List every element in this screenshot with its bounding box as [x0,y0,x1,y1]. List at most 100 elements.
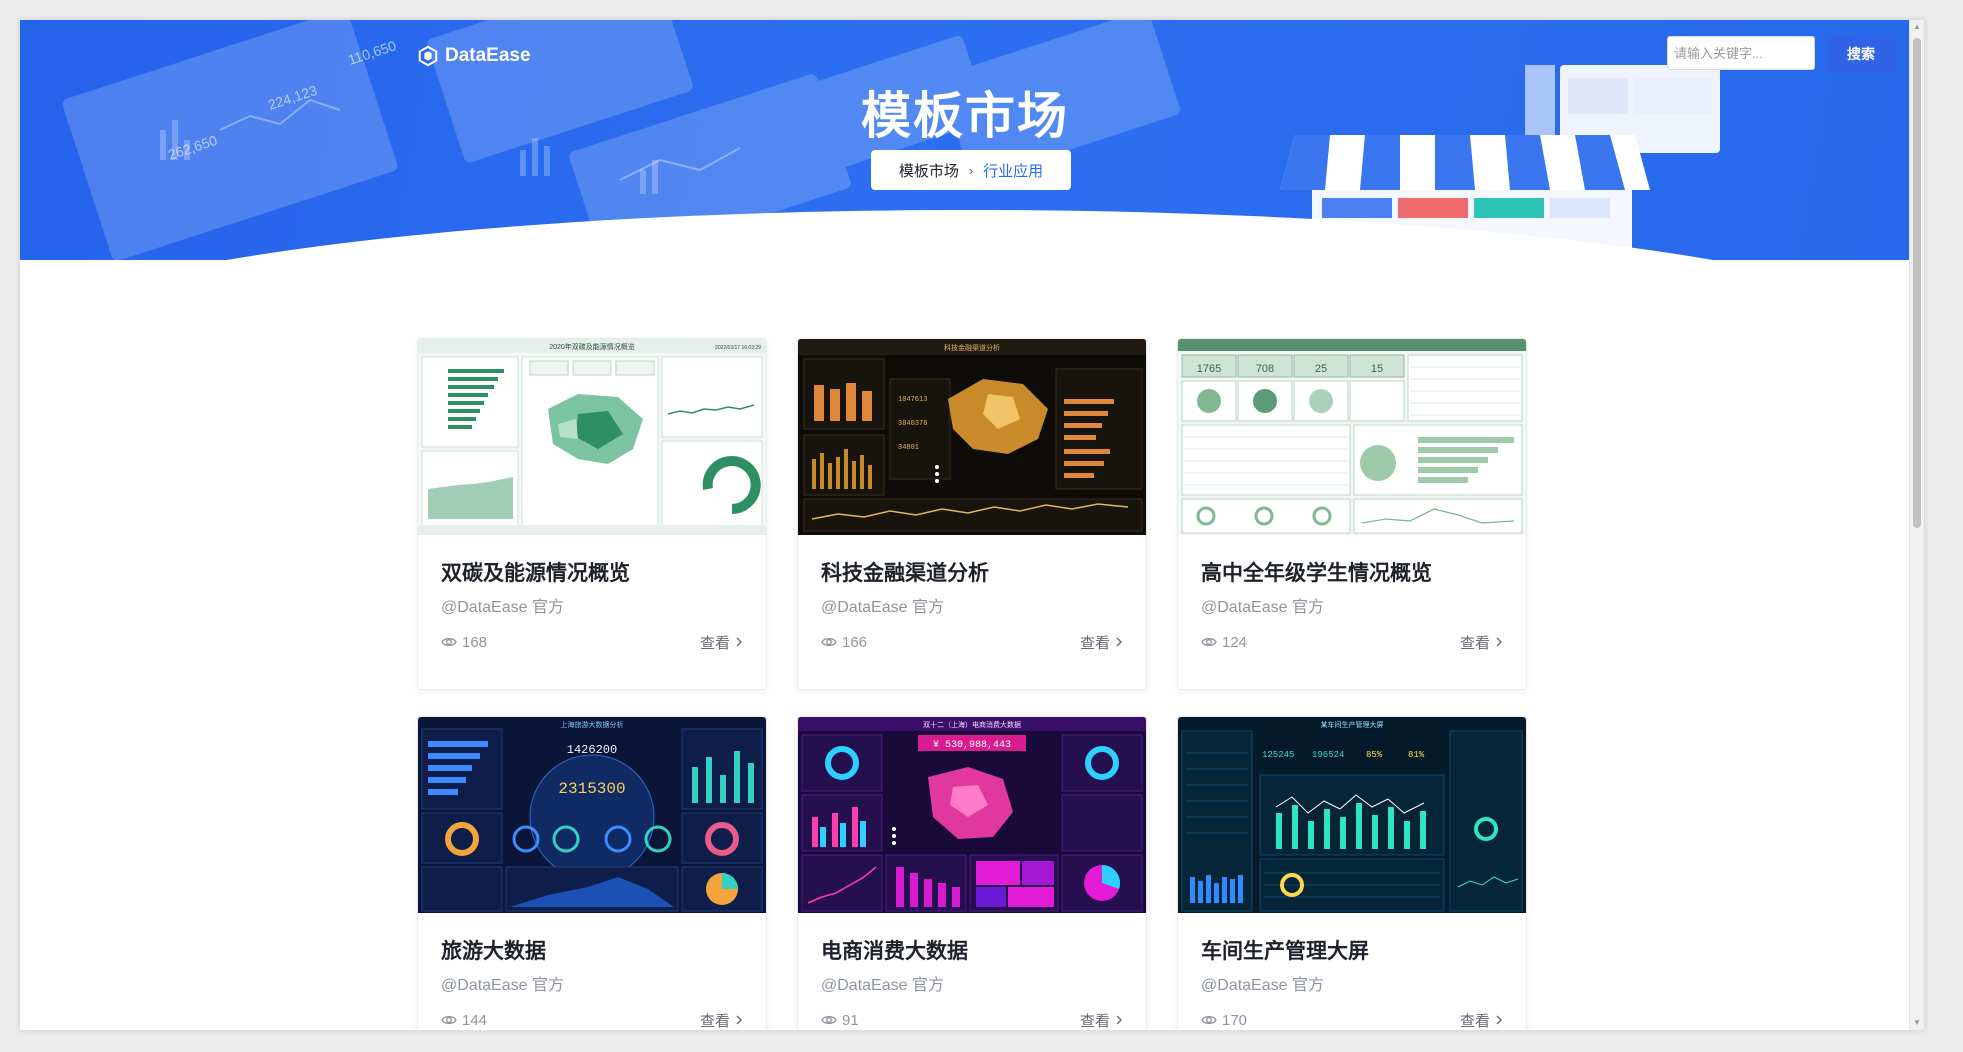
thumb6-kpi-1: 125245 [1262,750,1294,760]
template-thumbnail[interactable]: 上海旅游大数据分析 1426200 2315300 [418,717,766,913]
template-card[interactable]: 1765 708 25 15 高中全年级学生情况概览 @DataEase 官方 … [1177,338,1527,690]
chevron-right-icon [1116,1015,1122,1025]
thumb1-header: 2020年双碳及能源情况概览 [549,342,635,351]
card-footer: 166 查看 [821,631,1123,653]
view-count: 144 [441,1012,487,1029]
view-template-link[interactable]: 查看 [1080,1010,1123,1031]
view-count-value: 144 [462,1011,488,1029]
svg-text:3840376: 3840376 [898,420,927,428]
view-link-label[interactable]: 查看 [1460,1010,1490,1031]
view-template-link[interactable]: 查看 [1460,632,1503,653]
card-footer: 124 查看 [1201,631,1503,653]
template-thumbnail[interactable]: 1765 708 25 15 [1178,339,1526,535]
view-count: 166 [821,634,867,651]
card-footer: 168 查看 [441,631,743,653]
template-thumbnail[interactable]: 科技金融渠道分析 1047613 3840376 34801 [798,339,1146,535]
card-title[interactable]: 双碳及能源情况概览 [441,557,630,587]
page-title: 模板市场 [861,88,1069,144]
view-count: 168 [441,634,487,651]
browser-viewport: 262,650 224,123 110,650 DataEase 模板市场 模板… [20,20,1924,1030]
dashboard-preview: 1765 708 25 15 [1178,339,1526,535]
thumb5-amount: ¥ 530,988,443 [933,740,1011,751]
view-count-value: 124 [1222,633,1248,651]
view-template-link[interactable]: 查看 [1080,632,1123,653]
card-author: @DataEase 官方 [821,977,944,994]
svg-text:34801: 34801 [898,444,919,452]
view-link-label[interactable]: 查看 [1080,632,1110,653]
card-footer: 144 查看 [441,1009,743,1030]
view-link-label[interactable]: 查看 [1460,632,1490,653]
eye-icon [441,637,457,647]
search-button[interactable]: 搜索 [1826,36,1896,72]
template-thumbnail[interactable]: 2020年双碳及能源情况概览 2022/03/17 16:03:29 [418,339,766,535]
eye-icon [1201,637,1217,647]
view-template-link[interactable]: 查看 [700,1010,743,1031]
breadcrumb-root[interactable]: 模板市场 [899,160,959,181]
thumb6-kpi-3: 85% [1366,750,1383,760]
card-author: @DataEase 官方 [1201,599,1324,616]
eye-icon [821,637,837,647]
view-link-label[interactable]: 查看 [700,632,730,653]
thumb3-kpi-2: 708 [1256,363,1274,375]
thumb1-date: 2022/03/17 16:03:29 [715,345,761,351]
hero-banner: 262,650 224,123 110,650 DataEase 模板市场 模板… [20,20,1910,260]
view-count-value: 168 [462,633,488,651]
dashboard-preview: 双十二（上海）电商消费大数据 ¥ 530,988,443 [798,717,1146,913]
template-thumbnail[interactable]: 双十二（上海）电商消费大数据 ¥ 530,988,443 [798,717,1146,913]
card-title[interactable]: 高中全年级学生情况概览 [1201,557,1432,587]
view-link-label[interactable]: 查看 [700,1010,730,1031]
search-input[interactable] [1667,36,1815,70]
dashboard-preview: 2020年双碳及能源情况概览 2022/03/17 16:03:29 [418,339,766,535]
view-count-value: 91 [842,1011,859,1029]
thumb4-big1: 1426200 [567,743,617,757]
card-footer: 170 查看 [1201,1009,1503,1030]
view-count-value: 170 [1222,1011,1248,1029]
vertical-scrollbar[interactable]: ▲ ▼ [1909,20,1924,1030]
thumb2-header: 科技金融渠道分析 [944,343,1000,352]
thumb4-header: 上海旅游大数据分析 [561,720,624,729]
scrollbar-thumb[interactable] [1913,38,1921,528]
scroll-down-icon[interactable]: ▼ [1910,1016,1924,1030]
brand-name: DataEase [445,45,531,66]
template-thumbnail[interactable]: 某车间生产管理大屏 125245 196524 85% 81% [1178,717,1526,913]
card-title[interactable]: 车间生产管理大屏 [1201,935,1369,965]
template-card[interactable]: 科技金融渠道分析 1047613 3840376 34801 科技金融渠道分析 … [797,338,1147,690]
scroll-up-icon[interactable]: ▲ [1910,20,1924,34]
template-card[interactable]: 某车间生产管理大屏 125245 196524 85% 81% 车间生产管理大屏… [1177,716,1527,1030]
card-footer: 91 查看 [821,1009,1123,1030]
card-title[interactable]: 科技金融渠道分析 [821,557,989,587]
template-card[interactable]: 2020年双碳及能源情况概览 2022/03/17 16:03:29 双碳及能源… [417,338,767,690]
template-card[interactable]: 双十二（上海）电商消费大数据 ¥ 530,988,443 电商消费大数据 @Da… [797,716,1147,1030]
view-template-link[interactable]: 查看 [700,632,743,653]
view-count: 124 [1201,634,1247,651]
thumb4-big2: 2315300 [558,780,625,798]
card-author: @DataEase 官方 [821,599,944,616]
view-link-label[interactable]: 查看 [1080,1010,1110,1031]
chevron-right-icon [1496,1015,1502,1025]
view-count: 170 [1201,1012,1247,1029]
card-author: @DataEase 官方 [441,599,564,616]
breadcrumb-current[interactable]: 行业应用 [983,160,1043,181]
brand-logo[interactable]: DataEase [417,45,531,67]
view-count-value: 166 [842,633,868,651]
card-author: @DataEase 官方 [441,977,564,994]
eye-icon [441,1015,457,1025]
thumb3-kpi-3: 25 [1315,363,1327,375]
thumb6-kpi-2: 196524 [1312,750,1344,760]
thumb6-kpi-4: 81% [1408,750,1425,760]
chevron-right-icon [1116,637,1122,647]
card-title[interactable]: 旅游大数据 [441,935,546,965]
breadcrumb: 模板市场 › 行业应用 [871,150,1071,190]
dataease-logo-icon [418,45,438,67]
thumb3-kpi-1: 1765 [1197,363,1221,375]
thumb6-header: 某车间生产管理大屏 [1321,720,1384,729]
dashboard-preview: 某车间生产管理大屏 125245 196524 85% 81% [1178,717,1526,913]
chevron-right-icon [1496,637,1502,647]
eye-icon [821,1015,837,1025]
chevron-right-icon [736,637,742,647]
template-card[interactable]: 上海旅游大数据分析 1426200 2315300 旅游大数据 @DataEas… [417,716,767,1030]
view-count: 91 [821,1012,859,1029]
dashboard-preview: 科技金融渠道分析 1047613 3840376 34801 [798,339,1146,535]
view-template-link[interactable]: 查看 [1460,1010,1503,1031]
card-title[interactable]: 电商消费大数据 [821,935,968,965]
